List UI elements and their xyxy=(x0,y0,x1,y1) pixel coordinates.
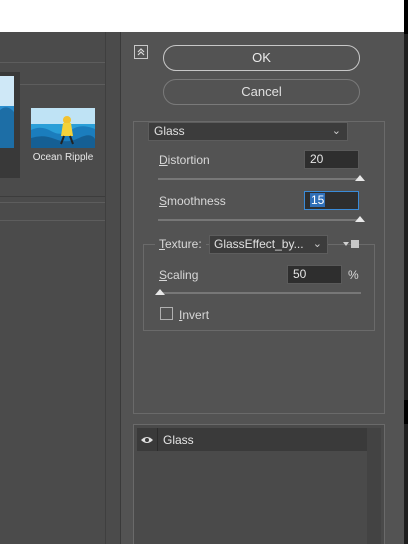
chevron-down-icon: ⌄ xyxy=(331,125,341,137)
selected-filter-thumbnail[interactable] xyxy=(0,72,20,178)
cancel-button[interactable]: Cancel xyxy=(163,79,360,105)
invert-label[interactable]: Invert xyxy=(179,308,209,322)
double-chevron-up-icon xyxy=(137,48,145,56)
ok-button[interactable]: OK xyxy=(163,45,360,71)
chevron-down-icon: ⌄ xyxy=(312,238,322,250)
distortion-field[interactable]: 20 xyxy=(304,150,359,169)
eye-icon xyxy=(141,437,153,443)
smoothness-slider-handle[interactable] xyxy=(355,216,365,222)
distortion-label: Distortion xyxy=(159,153,210,167)
scaling-label: Scaling xyxy=(159,268,199,282)
ocean-ripple-label: Ocean Ripple xyxy=(32,152,94,163)
collapse-gallery-button[interactable] xyxy=(134,45,148,59)
filter-type-value: Glass xyxy=(154,124,185,138)
distortion-slider-track[interactable] xyxy=(158,178,361,180)
texture-menu-button[interactable] xyxy=(340,238,362,250)
ocean-ripple-thumbnail[interactable] xyxy=(31,108,95,148)
texture-group xyxy=(143,244,375,331)
texture-label: Texture: xyxy=(155,237,206,251)
distortion-slider-handle[interactable] xyxy=(355,175,365,181)
window-edge xyxy=(404,0,408,544)
load-texture-icon xyxy=(343,240,359,248)
pane-divider[interactable] xyxy=(120,32,121,544)
smoothness-field[interactable]: 15 xyxy=(304,191,359,210)
scaling-field[interactable]: 50 xyxy=(287,265,342,284)
visibility-toggle[interactable] xyxy=(137,428,158,451)
texture-select[interactable]: GlassEffect_by... ⌄ xyxy=(209,235,328,254)
scaling-slider-track[interactable] xyxy=(158,292,361,294)
smoothness-label: Smoothness xyxy=(159,194,226,208)
scaling-unit: % xyxy=(348,268,359,282)
texture-value: GlassEffect_by... xyxy=(214,237,304,251)
layers-scrollbar[interactable] xyxy=(367,428,381,544)
scaling-slider-handle[interactable] xyxy=(155,289,165,295)
effect-layer-name: Glass xyxy=(163,433,194,447)
canvas-area xyxy=(0,0,404,32)
filter-type-select[interactable]: Glass ⌄ xyxy=(148,122,348,141)
smoothness-slider-track[interactable] xyxy=(158,219,361,221)
invert-checkbox[interactable] xyxy=(160,307,173,320)
